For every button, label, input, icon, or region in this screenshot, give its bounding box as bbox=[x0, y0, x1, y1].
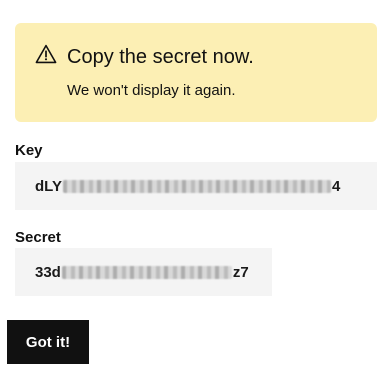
got-it-button[interactable]: Got it! bbox=[7, 320, 89, 364]
key-label: Key bbox=[15, 142, 43, 159]
secret-value-redacted bbox=[61, 265, 232, 279]
secret-value-field[interactable]: 33d z7 bbox=[15, 248, 272, 296]
key-value-redacted bbox=[62, 179, 331, 193]
key-value-prefix: dLY bbox=[35, 177, 62, 195]
secret-warning-alert: Copy the secret now. We won't display it… bbox=[15, 23, 377, 122]
secret-value-prefix: 33d bbox=[35, 263, 61, 281]
key-value-suffix: 4 bbox=[331, 177, 341, 195]
alert-title: Copy the secret now. bbox=[67, 46, 254, 68]
alert-message: We won't display it again. bbox=[67, 82, 236, 99]
secret-value-suffix: z7 bbox=[232, 263, 249, 281]
warning-triangle-icon bbox=[35, 44, 57, 64]
secret-label: Secret bbox=[15, 229, 61, 246]
key-value-field[interactable]: dLY 4 bbox=[15, 162, 377, 210]
